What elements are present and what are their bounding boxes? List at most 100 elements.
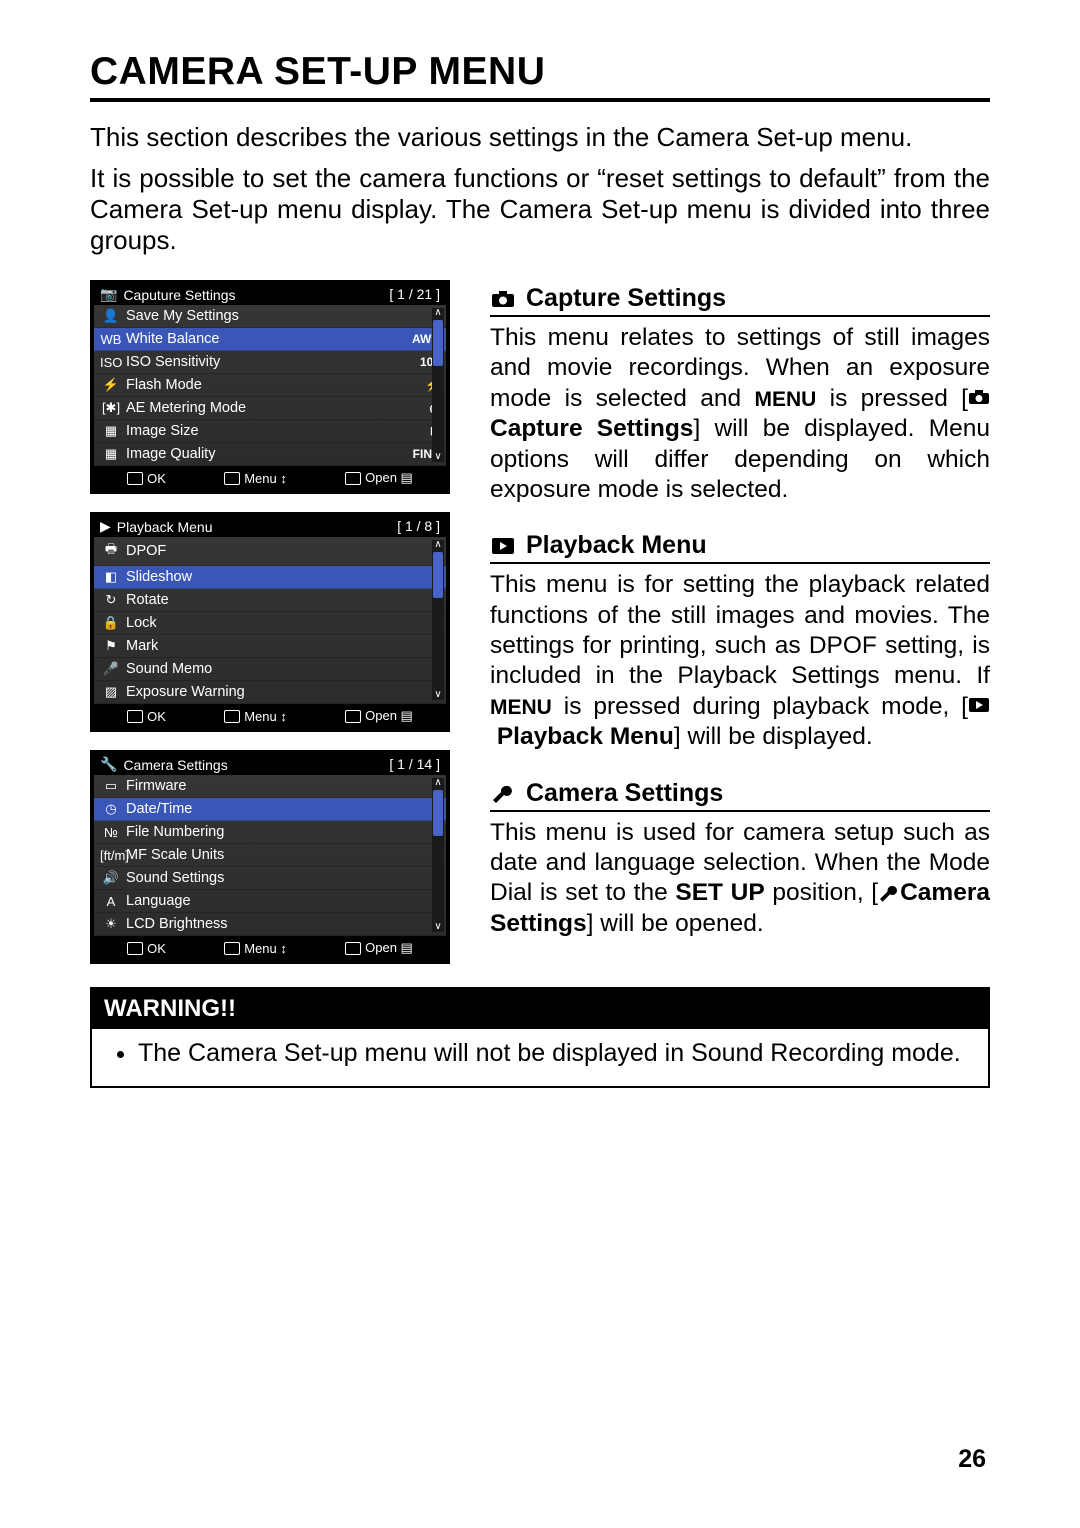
menu-item: №File Numbering bbox=[94, 821, 446, 844]
status-item: Open ▤ bbox=[345, 470, 413, 486]
menu-item: 🔊Sound Settings bbox=[94, 867, 446, 890]
camera-icon bbox=[968, 389, 990, 405]
bright-icon: ☀ bbox=[100, 916, 122, 932]
status-bar: OK Menu ↕ Open ▤ bbox=[92, 466, 448, 492]
num-icon: № bbox=[100, 825, 122, 840]
menu-list: 🖶DPOF◧Slideshow↻Rotate🔒Lock⚑Mark🎤Sound M… bbox=[94, 537, 446, 704]
menu-item-label: File Numbering bbox=[122, 824, 440, 840]
exp-icon: ▨ bbox=[100, 684, 122, 700]
section-body-playback: This menu is for setting the playback re… bbox=[490, 570, 990, 752]
meter-icon: [✱] bbox=[100, 400, 122, 416]
menu-item-label: Sound Settings bbox=[122, 870, 440, 886]
menu-item: ▦Image QualityFINE bbox=[94, 443, 446, 466]
menu-item-label: Mark bbox=[122, 638, 440, 654]
content-row: 📷 Caputure Settings [ 1 / 21 ] 👤Save My … bbox=[90, 280, 990, 965]
wrench-icon bbox=[878, 884, 900, 900]
lock-icon: 🔒 bbox=[100, 615, 122, 631]
chip-icon: ▭ bbox=[100, 778, 122, 794]
grid2-icon: ▦ bbox=[100, 446, 122, 462]
intro-paragraph-1: This section describes the various setti… bbox=[90, 122, 990, 153]
lang-icon: A bbox=[100, 894, 122, 909]
slide-icon: ◧ bbox=[100, 569, 122, 585]
menu-item: 🔒Lock bbox=[94, 612, 446, 635]
warning-body: The Camera Set-up menu will not be displ… bbox=[92, 1029, 988, 1086]
page-number: 26 bbox=[958, 1445, 986, 1474]
user-icon: 👤 bbox=[100, 308, 122, 324]
menu-item-label: Rotate bbox=[122, 592, 440, 608]
shot-title: Playback Menu bbox=[117, 519, 213, 535]
iso-icon: ISO bbox=[100, 355, 122, 370]
status-item: Menu ↕ bbox=[224, 940, 287, 956]
menu-item-label: White Balance bbox=[122, 331, 412, 347]
status-item: Open ▤ bbox=[345, 940, 413, 956]
menu-item-label: MF Scale Units bbox=[122, 847, 440, 863]
menu-item-label: Slideshow bbox=[122, 569, 440, 585]
menu-item: 🎤Sound Memo bbox=[94, 658, 446, 681]
warning-title: WARNING!! bbox=[92, 989, 988, 1029]
menu-item-label: Sound Memo bbox=[122, 661, 440, 677]
mic-icon: 🎤 bbox=[100, 661, 122, 677]
menu-item-label: DPOF bbox=[122, 543, 440, 559]
screenshot-playback-menu: ▶ Playback Menu [ 1 / 8 ] 🖶DPOF◧Slidesho… bbox=[90, 512, 450, 732]
play-icon: ▶ bbox=[100, 518, 111, 535]
menu-item: ◧Slideshow bbox=[94, 566, 446, 589]
menu-item-label: Image Quality bbox=[122, 446, 413, 462]
shot-title: Caputure Settings bbox=[123, 287, 235, 303]
status-bar: OKMenu ↕Open ▤ bbox=[92, 704, 448, 730]
menu-item-label: Flash Mode bbox=[122, 377, 425, 393]
section-head-playback: Playback Menu bbox=[490, 531, 990, 564]
menu-item-label: Image Size bbox=[122, 423, 430, 439]
menu-list: 👤Save My SettingsWBWhite BalanceAWBISOIS… bbox=[94, 305, 446, 466]
warning-item: The Camera Set-up menu will not be displ… bbox=[138, 1039, 970, 1068]
section-body-capture: This menu relates to settings of still i… bbox=[490, 323, 990, 505]
section-head-capture: Capture Settings bbox=[490, 284, 990, 317]
page-indicator: [ 1 / 14 ] bbox=[389, 756, 440, 772]
shot-title: Camera Settings bbox=[123, 757, 227, 773]
status-bar: OK Menu ↕ Open ▤ bbox=[92, 936, 448, 962]
menu-item: ▭Firmware bbox=[94, 775, 446, 798]
menu-item-label: Exposure Warning bbox=[122, 684, 440, 700]
warning-box: WARNING!! The Camera Set-up menu will no… bbox=[90, 987, 990, 1088]
flag-icon: ⚑ bbox=[100, 638, 122, 654]
clock-icon: ◷ bbox=[100, 801, 122, 817]
speaker-icon: 🔊 bbox=[100, 870, 122, 886]
menu-item-label: ISO Sensitivity bbox=[122, 354, 420, 370]
menu-item-label: Date/Time bbox=[122, 801, 440, 817]
menu-item-label: AE Metering Mode bbox=[122, 400, 430, 416]
wrench-icon bbox=[490, 783, 516, 803]
menu-item: ⚡Flash Mode⚡ bbox=[94, 374, 446, 397]
status-item: Menu ↕ bbox=[224, 708, 287, 724]
screenshots-column: 📷 Caputure Settings [ 1 / 21 ] 👤Save My … bbox=[90, 280, 450, 965]
menu-item: ▦Image Size⊞ bbox=[94, 420, 446, 443]
scrollbar: ∧∨ bbox=[432, 778, 444, 932]
page-title: CAMERA SET-UP MENU bbox=[90, 50, 990, 102]
page-indicator: [ 1 / 8 ] bbox=[397, 518, 440, 534]
ruler-icon: [ft/m] bbox=[100, 848, 122, 863]
status-item: OK bbox=[127, 940, 166, 956]
menu-item: ALanguage bbox=[94, 890, 446, 913]
status-item: OK bbox=[127, 708, 166, 724]
menu-item: ☀LCD Brightness bbox=[94, 913, 446, 936]
menu-item: 👤Save My Settings bbox=[94, 305, 446, 328]
grid-icon: ▦ bbox=[100, 423, 122, 439]
rotate-icon: ↻ bbox=[100, 592, 122, 608]
menu-item-label: Lock bbox=[122, 615, 440, 631]
scrollbar: ∧∨ bbox=[432, 308, 444, 462]
menu-item: 🖶DPOF bbox=[94, 537, 446, 566]
camera-icon: 📷 bbox=[100, 286, 117, 303]
screenshot-capture-settings: 📷 Caputure Settings [ 1 / 21 ] 👤Save My … bbox=[90, 280, 450, 494]
menu-item: ISOISO Sensitivity100 bbox=[94, 351, 446, 374]
menu-item: ▨Exposure Warning bbox=[94, 681, 446, 704]
status-item: OK bbox=[127, 470, 166, 486]
play-icon bbox=[490, 536, 516, 556]
menu-item-label: Save My Settings bbox=[122, 308, 440, 324]
screenshot-camera-settings: 🔧 Camera Settings [ 1 / 14 ] ▭Firmware ◷D… bbox=[90, 750, 450, 964]
section-body-camera-settings: This menu is used for camera setup such … bbox=[490, 818, 990, 940]
intro-paragraph-2: It is possible to set the camera functio… bbox=[90, 163, 990, 256]
wrench-icon: 🔧 bbox=[100, 756, 117, 773]
menu-item: [✱]AE Metering Mode◉ bbox=[94, 397, 446, 420]
camera-icon bbox=[490, 289, 516, 309]
scrollbar: ∧∨ bbox=[432, 540, 444, 700]
wb-icon: WB bbox=[100, 332, 122, 347]
status-item: Menu ↕ bbox=[224, 470, 287, 486]
